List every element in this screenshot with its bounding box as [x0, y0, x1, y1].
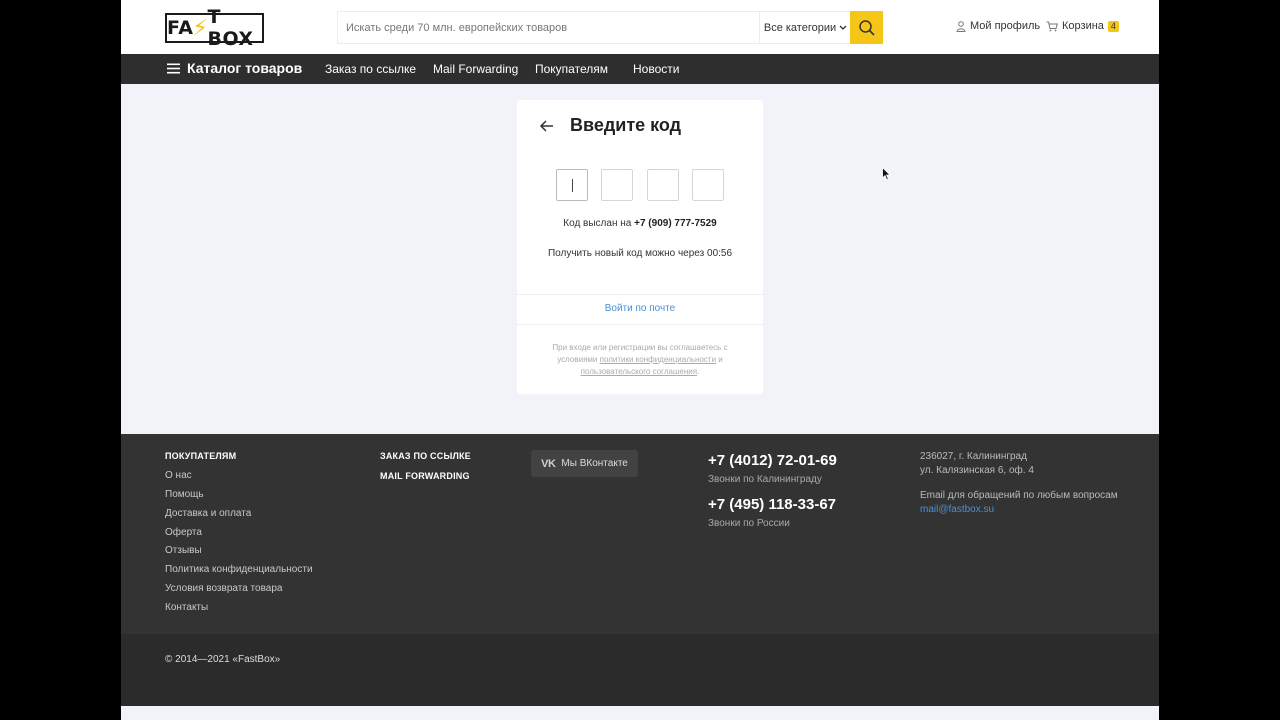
user-agreement-link[interactable]: пользовательского соглашения — [581, 367, 697, 376]
main-nav: Каталог товаров Заказ по ссылке Mail For… — [121, 54, 1159, 84]
page: FA⚡T BOX Все категории Мой профиль Корзи… — [121, 0, 1159, 720]
login-by-email-link[interactable]: Войти по почте — [517, 303, 763, 314]
fastbox-logo[interactable]: FA ⚡ T BOX — [165, 6, 264, 50]
cart-label: Корзина — [1062, 20, 1104, 32]
nav-news[interactable]: Новости — [633, 62, 679, 76]
footer-link-help[interactable]: Помощь — [165, 489, 204, 500]
code-digit-4[interactable] — [692, 169, 724, 201]
search-icon — [858, 19, 875, 36]
footer-bottom: © 2014—2021 «FastBox» — [121, 634, 1159, 706]
footer-link-privacy[interactable]: Политика конфиденциальности — [165, 564, 313, 575]
vk-label: Мы ВКонтакте — [561, 458, 628, 469]
catalog-label: Каталог товаров — [187, 60, 303, 76]
terms-and: и — [718, 355, 723, 364]
footer-buyers-title: ПОКУПАТЕЛЯМ — [165, 451, 237, 461]
footer-mail-title[interactable]: MAIL FORWARDING — [380, 471, 470, 481]
catalog-button[interactable]: Каталог товаров — [167, 60, 302, 76]
search-bar: Все категории — [337, 11, 883, 44]
profile-label: Мой профиль — [970, 20, 1041, 32]
phone-russia[interactable]: +7 (495) 118-33-67 — [708, 496, 836, 513]
logo-text-right: T BOX — [207, 6, 254, 50]
footer-link-delivery[interactable]: Доставка и оплата — [165, 508, 251, 519]
email-note: Email для обращений по любым вопросам — [920, 490, 1118, 501]
copyright: © 2014—2021 «FastBox» — [165, 654, 281, 665]
back-arrow-icon[interactable] — [539, 118, 555, 134]
code-digit-3[interactable] — [647, 169, 679, 201]
code-digit-2[interactable] — [601, 169, 633, 201]
footer-link-about[interactable]: О нас — [165, 470, 192, 481]
nav-buyers[interactable]: Покупателям — [535, 62, 608, 76]
footer-link-contacts[interactable]: Контакты — [165, 602, 208, 613]
phone-kaliningrad[interactable]: +7 (4012) 72-01-69 — [708, 452, 837, 469]
cart-icon — [1046, 21, 1058, 31]
phone-kaliningrad-note: Звонки по Калининграду — [708, 474, 822, 485]
cart-count-badge: 4 — [1107, 20, 1119, 32]
privacy-policy-link[interactable]: политики конфиденциальности — [600, 355, 716, 364]
divider — [517, 294, 763, 295]
profile-link[interactable]: Мой профиль — [956, 20, 1040, 32]
logo-text-left: FA — [167, 17, 194, 39]
hamburger-icon — [167, 63, 180, 73]
email-link[interactable]: mail@fastbox.su — [920, 504, 994, 515]
code-sent-text: Код выслан на +7 (909) 777-7529 — [517, 218, 763, 229]
phone-russia-note: Звонки по России — [708, 518, 790, 529]
text-caret — [572, 179, 573, 192]
nav-order-by-link[interactable]: Заказ по ссылке — [325, 62, 416, 76]
divider — [517, 324, 763, 325]
footer-order-title[interactable]: ЗАКАЗ ПО ССЫЛКЕ — [380, 451, 471, 461]
card-title: Введите код — [570, 115, 682, 135]
mouse-cursor-icon — [882, 167, 891, 181]
footer-link-offer[interactable]: Оферта — [165, 527, 202, 538]
user-icon — [956, 20, 966, 32]
site-footer: ПОКУПАТЕЛЯМ О нас Помощь Доставка и опла… — [121, 434, 1159, 634]
page-bottom-strip — [121, 706, 1159, 720]
search-button[interactable] — [850, 11, 883, 44]
category-dropdown[interactable]: Все категории — [759, 12, 851, 43]
category-dropdown-label: Все категории — [763, 21, 837, 34]
vk-button[interactable]: VK Мы ВКонтакте — [531, 450, 638, 477]
code-sent-prefix: Код выслан на — [563, 218, 632, 229]
code-sent-phone: +7 (909) 777-7529 — [634, 218, 717, 229]
terms-end: . — [697, 367, 700, 376]
address-line-2: ул. Калязинская 6, оф. 4 — [920, 465, 1034, 476]
vk-icon: VK — [541, 457, 556, 470]
footer-link-returns[interactable]: Условия возврата товара — [165, 583, 282, 594]
footer-link-reviews[interactable]: Отзывы — [165, 545, 202, 556]
resend-timer: Получить новый код можно через 00:56 — [547, 248, 733, 259]
address-line-1: 236027, г. Калининград — [920, 451, 1027, 462]
chevron-down-icon — [839, 25, 847, 30]
code-digit-1[interactable] — [556, 169, 588, 201]
verification-card: Введите код Код выслан на +7 (909) 777-7… — [517, 100, 763, 394]
nav-mail-forwarding[interactable]: Mail Forwarding — [433, 62, 518, 76]
terms-text: При входе или регистрации вы соглашаетес… — [537, 342, 743, 378]
lightning-bolt-icon: ⚡ — [192, 15, 209, 41]
site-header: FA⚡T BOX Все категории Мой профиль Корзи… — [121, 0, 1159, 54]
cart-link[interactable]: Корзина 4 — [1046, 20, 1119, 32]
search-input[interactable] — [338, 12, 759, 43]
